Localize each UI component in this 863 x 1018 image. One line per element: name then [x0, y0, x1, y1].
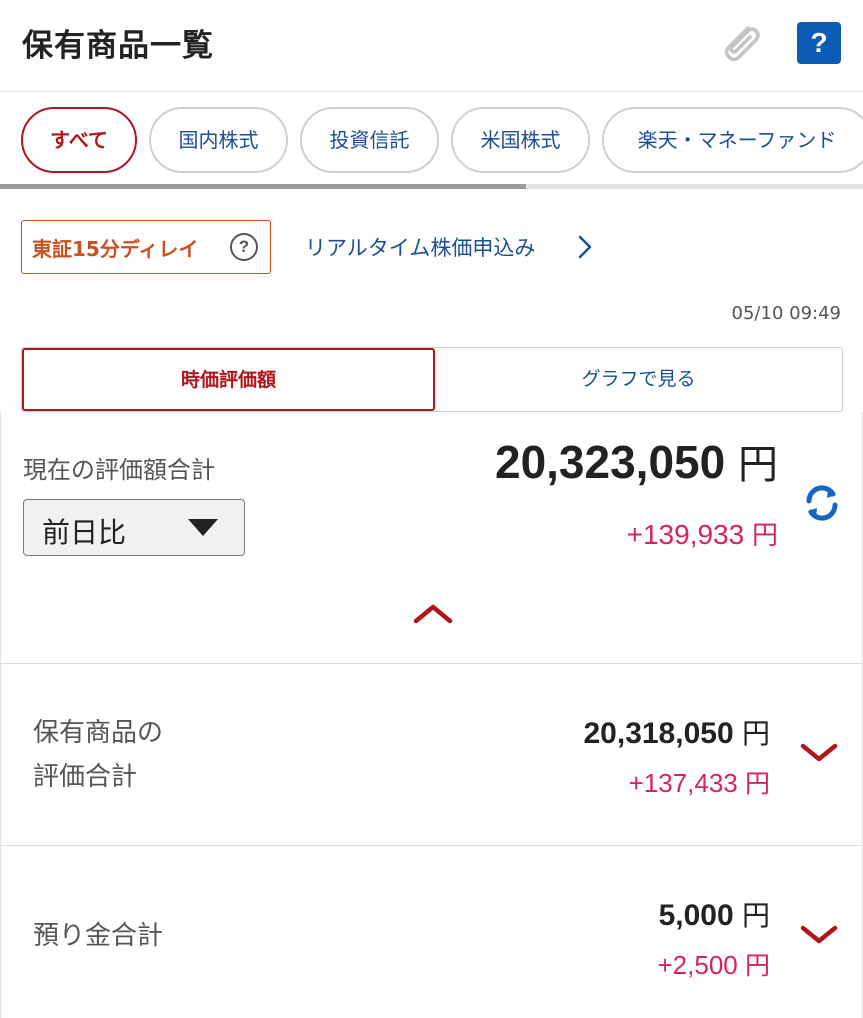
deposits-amount: 5,000 — [658, 899, 734, 932]
market-value-tab[interactable]: 時価評価額 — [22, 348, 435, 411]
total-amount: 20,323,050 — [494, 436, 726, 488]
deposits-row[interactable]: 預り金合計 5,000 円 +2,500 円 — [0, 846, 863, 1018]
refresh-icon[interactable] — [801, 482, 843, 524]
total-value: 20,323,050 円 — [495, 432, 778, 490]
caret-down-icon — [188, 519, 218, 536]
page-title: 保有商品一覧 — [22, 28, 214, 64]
tab-us-stocks[interactable]: 米国株式 — [451, 107, 590, 173]
graph-view-tab[interactable]: グラフで見る — [435, 348, 842, 411]
chevron-up-icon[interactable] — [413, 602, 453, 624]
deposits-change: +2,500 円 — [658, 946, 771, 982]
deposits-unit: 円 — [741, 899, 770, 932]
chevron-down-icon[interactable] — [800, 742, 838, 764]
holdings-value: 20,318,050 円 — [583, 712, 770, 752]
tab-money-fund[interactable]: 楽天・マネーファンド — [602, 107, 863, 173]
total-change-unit: 円 — [751, 521, 778, 551]
tabs-scrollbar[interactable] — [0, 184, 863, 189]
period-select[interactable]: 前日比 — [23, 499, 245, 556]
view-toggle: 時価評価額 グラフで見る — [21, 347, 843, 412]
holdings-label-line1: 保有商品の — [33, 718, 164, 748]
chevron-right-icon[interactable] — [574, 234, 596, 260]
deposits-change-amount: +2,500 — [657, 950, 738, 980]
total-change-amount: +139,933 — [626, 519, 745, 550]
deposits-label: 預り金合計 — [33, 921, 164, 951]
holdings-unit: 円 — [741, 717, 770, 750]
paperclip-icon[interactable] — [714, 18, 764, 68]
tab-all[interactable]: すべて — [21, 107, 137, 173]
holdings-label-line2: 評価合計 — [33, 762, 138, 792]
holdings-change-amount: +137,433 — [628, 768, 738, 798]
update-timestamp: 05/10 09:49 — [731, 303, 841, 324]
category-tabs: すべて 国内株式 投資信託 米国株式 楽天・マネーファンド — [0, 92, 863, 192]
deposits-change-unit: 円 — [744, 951, 770, 980]
tab-domestic-stocks[interactable]: 国内株式 — [149, 107, 288, 173]
holdings-amount: 20,318,050 — [583, 717, 734, 750]
tab-investment-trusts[interactable]: 投資信託 — [300, 107, 439, 173]
app-header: 保有商品一覧 ? — [0, 0, 863, 92]
holdings-change-unit: 円 — [744, 769, 770, 798]
period-select-value: 前日比 — [42, 516, 127, 549]
total-change: +139,933 円 — [627, 515, 778, 552]
tabs-scrollbar-thumb[interactable] — [0, 184, 527, 189]
delay-badge: 東証15分ディレイ ? — [21, 220, 271, 274]
holdings-change: +137,433 円 — [629, 764, 770, 800]
total-label: 現在の評価額合計 — [23, 456, 215, 484]
deposits-value: 5,000 円 — [659, 894, 770, 934]
help-button[interactable]: ? — [797, 22, 841, 64]
question-circle-icon[interactable]: ? — [230, 233, 258, 261]
realtime-quote-link[interactable]: リアルタイム株価申込み — [305, 232, 535, 262]
delay-label: 東証15分ディレイ — [32, 237, 199, 261]
chevron-down-icon[interactable] — [800, 924, 838, 946]
total-unit: 円 — [738, 442, 778, 488]
total-summary: 現在の評価額合計 20,323,050 円 +139,933 円 前日比 — [0, 412, 863, 664]
holdings-valuation-row[interactable]: 保有商品の 評価合計 20,318,050 円 +137,433 円 — [0, 664, 863, 846]
